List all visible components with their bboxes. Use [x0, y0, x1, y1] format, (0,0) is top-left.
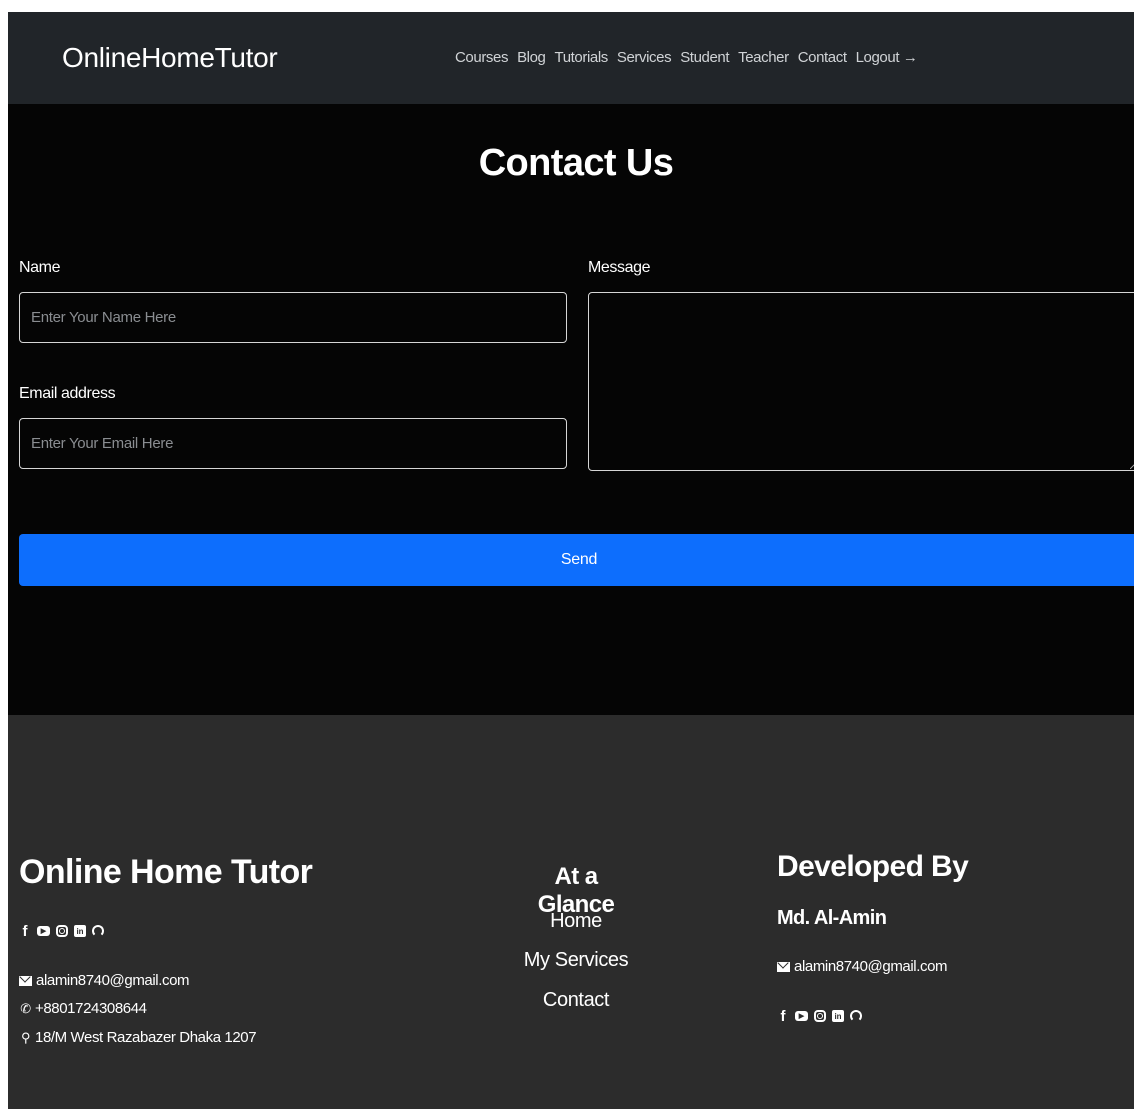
facebook-icon[interactable]: f [19, 923, 31, 940]
nav-link-courses[interactable]: Courses [455, 49, 508, 66]
message-textarea[interactable] [588, 292, 1134, 471]
name-input[interactable] [19, 292, 567, 343]
contact-section: Contact Us Name Email address Message Se… [8, 104, 1134, 715]
nav-link-student[interactable]: Student [680, 49, 729, 66]
envelope-icon [777, 961, 790, 972]
nav-link-blog[interactable]: Blog [517, 49, 546, 66]
developer-name: Md. Al-Amin [777, 907, 887, 929]
footer-address-line: ⚲ 18/M West Razabazer Dhaka 1207 [19, 1029, 257, 1046]
nav-link-tutorials[interactable]: Tutorials [555, 49, 609, 66]
email-label: Email address [19, 385, 116, 402]
developer-email-line: alamin8740@gmail.com [777, 958, 948, 975]
footer-brand-title: Online Home Tutor [19, 853, 313, 891]
nav-links: Courses Blog Tutorials Services Student … [455, 49, 926, 66]
footer-social-icons: f ▶ in [19, 923, 104, 940]
glance-link-my-services[interactable]: My Services [516, 949, 636, 972]
facebook-icon[interactable]: f [777, 1008, 789, 1025]
footer-email-line: alamin8740@gmail.com [19, 972, 190, 989]
nav-link-services[interactable]: Services [617, 49, 672, 66]
footer-address: 18/M West Razabazer Dhaka 1207 [35, 1029, 257, 1046]
footer: Online Home Tutor f ▶ in alamin8740@gmai… [8, 715, 1134, 1109]
youtube-icon[interactable]: ▶ [795, 1011, 808, 1021]
glance-link-contact[interactable]: Contact [516, 989, 636, 1012]
page: OnlineHomeTutor Courses Blog Tutorials S… [8, 12, 1134, 1109]
footer-phone: +8801724308644 [35, 1000, 147, 1017]
linkedin-icon[interactable]: in [832, 1010, 844, 1022]
linkedin-icon[interactable]: in [74, 925, 86, 937]
nav-link-teacher[interactable]: Teacher [738, 49, 789, 66]
github-icon[interactable] [92, 925, 104, 937]
envelope-icon [19, 975, 32, 986]
nav-link-contact[interactable]: Contact [798, 49, 847, 66]
youtube-icon[interactable]: ▶ [37, 926, 50, 936]
email-input[interactable] [19, 418, 567, 469]
nav-link-logout[interactable]: Logout → [856, 49, 918, 66]
instagram-icon[interactable] [56, 925, 68, 937]
message-label: Message [588, 259, 651, 276]
name-label: Name [19, 259, 61, 276]
developer-social-icons: f ▶ in [777, 1008, 862, 1025]
brand-logo[interactable]: OnlineHomeTutor [62, 42, 278, 74]
footer-phone-line: ✆ +8801724308644 [19, 1000, 147, 1017]
developer-email[interactable]: alamin8740@gmail.com [794, 958, 948, 975]
send-button[interactable]: Send [19, 534, 1134, 586]
map-marker-icon: ⚲ [20, 1029, 31, 1045]
glance-link-home[interactable]: Home [516, 910, 636, 933]
instagram-icon[interactable] [814, 1010, 826, 1022]
footer-email[interactable]: alamin8740@gmail.com [36, 972, 190, 989]
github-icon[interactable] [850, 1010, 862, 1022]
navbar: OnlineHomeTutor Courses Blog Tutorials S… [8, 12, 1134, 104]
page-title: Contact Us [478, 142, 674, 184]
developer-title: Developed By [777, 850, 969, 883]
phone-icon: ✆ [20, 1000, 31, 1016]
